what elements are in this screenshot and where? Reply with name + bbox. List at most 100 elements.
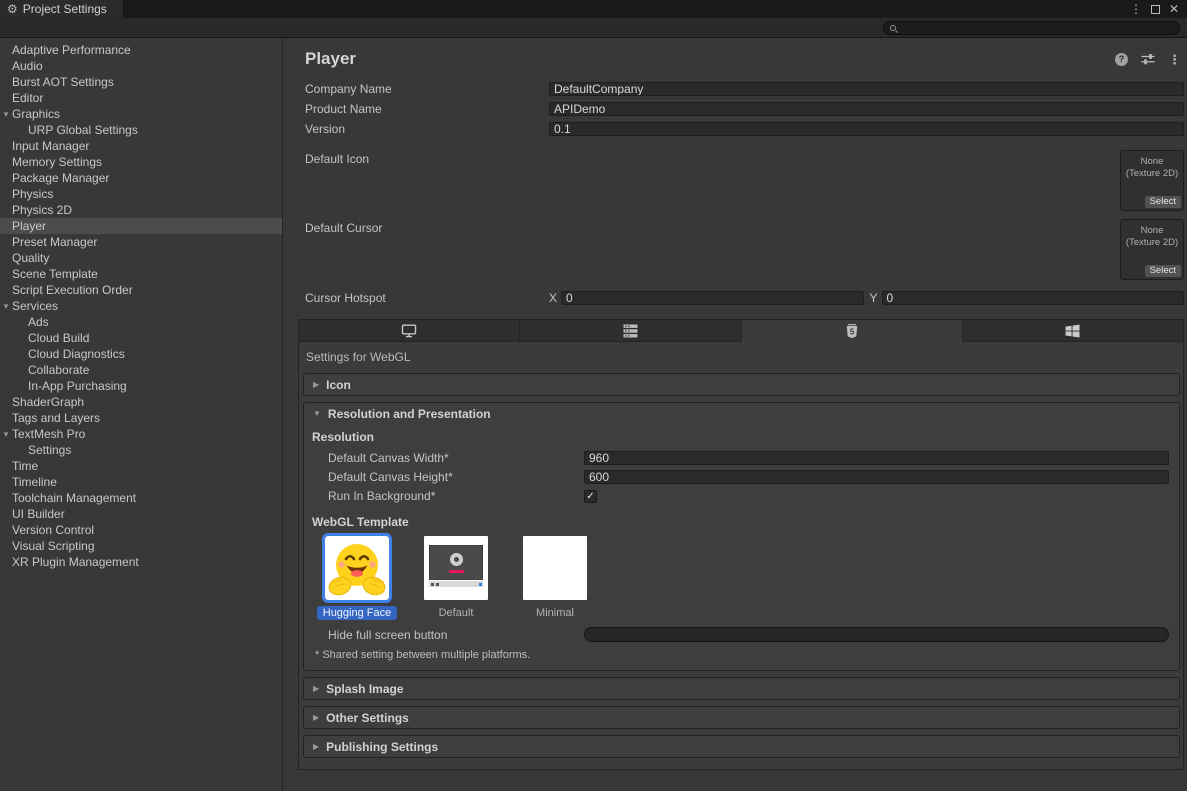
canvas-width-input[interactable] bbox=[584, 451, 1169, 465]
foldout-expanded-icon[interactable]: ▼ bbox=[2, 299, 10, 315]
product-name-label: Product Name bbox=[305, 102, 549, 116]
product-name-input[interactable] bbox=[549, 102, 1184, 116]
section-other-header[interactable]: ▶ Other Settings bbox=[304, 707, 1179, 728]
foldout-expanded-icon[interactable]: ▼ bbox=[2, 427, 10, 443]
foldout-collapsed-icon: ▶ bbox=[313, 380, 319, 389]
sidebar-item-collaborate[interactable]: Collaborate bbox=[0, 362, 282, 378]
hide-fullscreen-label: Hide full screen button bbox=[312, 628, 584, 642]
sidebar-item-memory-settings[interactable]: Memory Settings bbox=[0, 154, 282, 170]
sidebar-item-cloud-diagnostics[interactable]: Cloud Diagnostics bbox=[0, 346, 282, 362]
sidebar-item-shadergraph[interactable]: ShaderGraph bbox=[0, 394, 282, 410]
tab-webgl[interactable]: 5 bbox=[742, 320, 963, 342]
resolution-heading: Resolution bbox=[312, 430, 1169, 444]
foldout-expanded-icon[interactable]: ▼ bbox=[2, 107, 10, 123]
sidebar-item-urp-global-settings[interactable]: URP Global Settings bbox=[0, 122, 282, 138]
default-cursor-object-field[interactable]: None (Texture 2D) Select bbox=[1120, 219, 1184, 280]
sidebar-item-label: XR Plugin Management bbox=[12, 555, 139, 569]
section-publishing-header[interactable]: ▶ Publishing Settings bbox=[304, 736, 1179, 757]
sidebar-item-adaptive-performance[interactable]: Adaptive Performance bbox=[0, 42, 282, 58]
server-icon bbox=[623, 324, 638, 338]
sidebar-item-label: Timeline bbox=[12, 475, 57, 489]
hotspot-x-input[interactable] bbox=[561, 291, 864, 305]
presets-icon[interactable] bbox=[1141, 53, 1155, 65]
sidebar-item-textmesh-pro[interactable]: ▼TextMesh Pro bbox=[0, 426, 282, 442]
progress-bar bbox=[449, 570, 464, 573]
tab-standalone[interactable] bbox=[299, 320, 520, 342]
sidebar-item-ads[interactable]: Ads bbox=[0, 314, 282, 330]
sidebar-item-package-manager[interactable]: Package Manager bbox=[0, 170, 282, 186]
window-titlebar: ⚙ Project Settings ⋮ ✕ bbox=[0, 0, 1187, 18]
sidebar-item-scene-template[interactable]: Scene Template bbox=[0, 266, 282, 282]
window-menu-icon[interactable]: ⋮ bbox=[1130, 3, 1142, 15]
webgl-settings-panel: Settings for WebGL ▶ Icon ▼ Resolution a… bbox=[299, 342, 1183, 769]
version-input[interactable] bbox=[549, 122, 1184, 136]
sidebar-item-quality[interactable]: Quality bbox=[0, 250, 282, 266]
canvas-width-label: Default Canvas Width* bbox=[312, 451, 584, 465]
player-settings-panel: Player ? ⋮ Company Name bbox=[283, 38, 1187, 791]
sidebar-item-tags-and-layers[interactable]: Tags and Layers bbox=[0, 410, 282, 426]
webgl-template-hugging-face[interactable]: Hugging Face bbox=[314, 536, 400, 619]
sidebar-item-visual-scripting[interactable]: Visual Scripting bbox=[0, 538, 282, 554]
canvas-height-input[interactable] bbox=[584, 470, 1169, 484]
sidebar-item-time[interactable]: Time bbox=[0, 458, 282, 474]
search-input[interactable] bbox=[901, 22, 1173, 34]
sidebar-item-label: Adaptive Performance bbox=[12, 43, 131, 57]
sidebar-item-input-manager[interactable]: Input Manager bbox=[0, 138, 282, 154]
sidebar-item-label: Cloud Build bbox=[28, 331, 89, 345]
sidebar-item-services[interactable]: ▼Services bbox=[0, 298, 282, 314]
more-options-icon[interactable]: ⋮ bbox=[1168, 53, 1181, 66]
sidebar-item-physics[interactable]: Physics bbox=[0, 186, 282, 202]
sidebar-item-settings[interactable]: Settings bbox=[0, 442, 282, 458]
webgl-template-minimal[interactable]: Minimal bbox=[512, 536, 598, 619]
section-splash-header[interactable]: ▶ Splash Image bbox=[304, 678, 1179, 699]
sidebar-item-audio[interactable]: Audio bbox=[0, 58, 282, 74]
close-icon[interactable]: ✕ bbox=[1169, 3, 1179, 15]
default-cursor-select-button[interactable]: Select bbox=[1145, 265, 1181, 277]
sidebar-item-label: Audio bbox=[12, 59, 43, 73]
sidebar-item-label: Time bbox=[12, 459, 38, 473]
hotspot-y-input[interactable] bbox=[882, 291, 1185, 305]
tab-dedicated-server[interactable] bbox=[520, 320, 741, 342]
section-other-settings: ▶ Other Settings bbox=[303, 706, 1180, 729]
sidebar-item-in-app-purchasing[interactable]: In-App Purchasing bbox=[0, 378, 282, 394]
sidebar-item-player[interactable]: Player bbox=[0, 218, 282, 234]
sidebar-item-label: Visual Scripting bbox=[12, 539, 95, 553]
svg-text:5: 5 bbox=[849, 327, 854, 336]
section-resolution-header[interactable]: ▼ Resolution and Presentation bbox=[304, 403, 1179, 424]
sidebar-item-version-control[interactable]: Version Control bbox=[0, 522, 282, 538]
template-thumbnail[interactable] bbox=[523, 536, 587, 600]
sidebar-item-ui-builder[interactable]: UI Builder bbox=[0, 506, 282, 522]
search-field[interactable] bbox=[883, 21, 1180, 35]
section-publishing-settings: ▶ Publishing Settings bbox=[303, 735, 1180, 758]
canvas-height-label: Default Canvas Height* bbox=[312, 470, 584, 484]
sidebar-item-toolchain-management[interactable]: Toolchain Management bbox=[0, 490, 282, 506]
run-in-background-row: Run In Background* ✓ bbox=[312, 489, 1169, 503]
company-name-input[interactable] bbox=[549, 82, 1184, 96]
sidebar-item-label: Player bbox=[12, 219, 46, 233]
unity-player-preview bbox=[429, 545, 483, 580]
sidebar-item-timeline[interactable]: Timeline bbox=[0, 474, 282, 490]
sidebar-item-xr-plugin-management[interactable]: XR Plugin Management bbox=[0, 554, 282, 570]
section-icon-header[interactable]: ▶ Icon bbox=[304, 374, 1179, 395]
tab-windows-store[interactable] bbox=[963, 320, 1183, 342]
sidebar-item-burst-aot-settings[interactable]: Burst AOT Settings bbox=[0, 74, 282, 90]
sidebar-item-cloud-build[interactable]: Cloud Build bbox=[0, 330, 282, 346]
sidebar-item-editor[interactable]: Editor bbox=[0, 90, 282, 106]
hotspot-x-label: X bbox=[549, 291, 561, 305]
sidebar-item-label: Services bbox=[12, 299, 58, 313]
template-thumbnail[interactable] bbox=[325, 536, 389, 600]
sidebar-item-preset-manager[interactable]: Preset Manager bbox=[0, 234, 282, 250]
help-icon[interactable]: ? bbox=[1115, 53, 1128, 66]
hide-fullscreen-input[interactable] bbox=[584, 627, 1169, 642]
default-icon-select-button[interactable]: Select bbox=[1145, 196, 1181, 208]
template-thumbnail[interactable] bbox=[424, 536, 488, 600]
window-tab-project-settings[interactable]: ⚙ Project Settings bbox=[0, 0, 123, 18]
sidebar-item-graphics[interactable]: ▼Graphics bbox=[0, 106, 282, 122]
sidebar-item-physics-2d[interactable]: Physics 2D bbox=[0, 202, 282, 218]
sidebar-item-label: Quality bbox=[12, 251, 49, 265]
default-icon-object-field[interactable]: None (Texture 2D) Select bbox=[1120, 150, 1184, 211]
sidebar-item-script-execution-order[interactable]: Script Execution Order bbox=[0, 282, 282, 298]
webgl-template-default[interactable]: Default bbox=[413, 536, 499, 619]
run-in-background-checkbox[interactable]: ✓ bbox=[584, 490, 597, 503]
maximize-icon[interactable] bbox=[1151, 5, 1160, 14]
